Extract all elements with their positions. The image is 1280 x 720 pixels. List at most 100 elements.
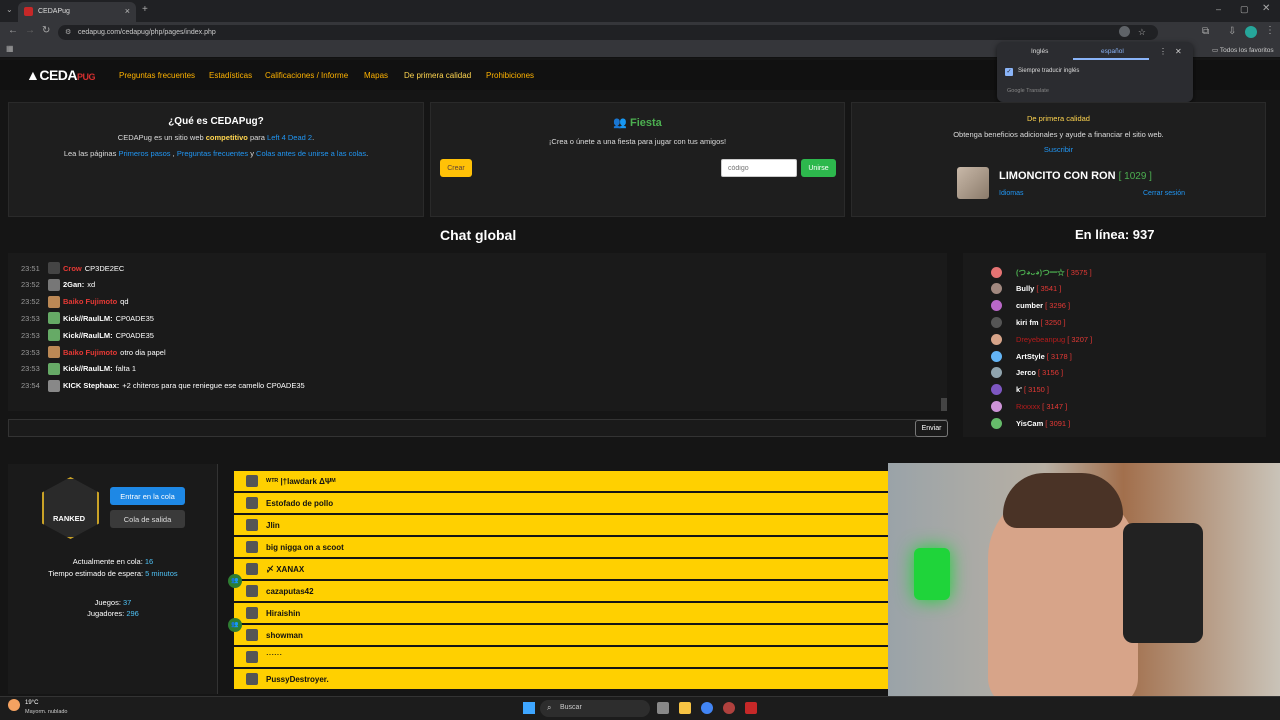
online-user-row[interactable]: k'[ 3150 ] <box>991 383 1049 397</box>
nav-premium[interactable]: De primera calidad <box>404 71 471 80</box>
chat-username[interactable]: Kick//RaulLM: <box>63 364 113 373</box>
chat-username[interactable]: KICK Stephaax: <box>63 381 119 390</box>
translate-menu-icon[interactable]: ⋮ <box>1159 47 1167 56</box>
always-translate-checkbox[interactable]: ✓ <box>1005 68 1013 76</box>
app-icon[interactable] <box>723 702 735 714</box>
chat-avatar[interactable] <box>48 295 60 308</box>
nav-ratings[interactable]: Calificaciones / Informe <box>265 71 348 80</box>
online-user-row[interactable]: kiri fm[ 3250 ] <box>991 315 1066 329</box>
translate-to-tab[interactable]: español <box>1101 48 1124 55</box>
leave-queue-button[interactable]: Cola de salida <box>110 510 185 528</box>
chat-avatar[interactable] <box>48 379 60 392</box>
chat-scrollbar[interactable] <box>941 398 947 411</box>
chat-username[interactable]: Baiko Fujimoto <box>63 297 117 306</box>
languages-link[interactable]: Idiomas <box>999 190 1024 197</box>
online-user-row[interactable]: YisCam[ 3091 ] <box>991 416 1070 430</box>
maximize-icon[interactable]: ▢ <box>1240 4 1249 15</box>
back-icon[interactable]: ← <box>8 25 18 36</box>
queue-player-row[interactable]: 〆 XANAX <box>234 559 888 579</box>
chat-avatar[interactable] <box>48 362 60 375</box>
queue-player-name[interactable]: Jlin <box>266 521 280 530</box>
queue-player-name[interactable]: cazaputas42 <box>266 587 314 596</box>
chrome-icon[interactable] <box>701 702 713 714</box>
l4d2-link[interactable]: Left 4 Dead 2 <box>267 133 312 142</box>
queue-player-name[interactable]: ˙˙˙˙˙˙ <box>266 653 282 662</box>
first-steps-link[interactable]: Primeros pasos <box>118 149 170 158</box>
online-username[interactable]: kiri fm <box>1016 318 1039 327</box>
queue-player-row[interactable]: cazaputas42 <box>234 581 888 601</box>
online-user-row[interactable]: ArtStyle[ 3178 ] <box>991 349 1072 363</box>
queue-player-row[interactable]: big nigga on a scoot <box>234 537 888 557</box>
queue-player-row[interactable]: ᵂᵀᴿ |†lawdark ΔΨᴹ <box>234 471 888 491</box>
chat-username[interactable]: Crow <box>63 264 82 273</box>
translate-from-tab[interactable]: Inglés <box>1031 48 1048 55</box>
chat-avatar[interactable] <box>48 262 60 274</box>
online-user-row[interactable]: cumber[ 3296 ] <box>991 299 1070 313</box>
chat-avatar[interactable] <box>48 329 60 342</box>
online-username[interactable]: Jerco <box>1016 368 1036 377</box>
task-view-icon[interactable] <box>657 702 669 714</box>
reload-icon[interactable]: ↻ <box>42 25 50 36</box>
bookmark-star-icon[interactable]: ☆ <box>1138 27 1146 38</box>
subscribe-link[interactable]: Suscribir <box>852 145 1265 154</box>
queue-player-row[interactable]: ˙˙˙˙˙˙ <box>234 647 888 667</box>
online-username[interactable]: cumber <box>1016 301 1043 310</box>
faq-link[interactable]: Preguntas frecuentes <box>177 149 248 158</box>
nav-bans[interactable]: Prohibiciones <box>486 71 534 80</box>
logout-link[interactable]: Cerrar sesión <box>1143 190 1185 197</box>
extensions-icon[interactable]: ⧉ <box>1202 26 1209 37</box>
queue-player-row[interactable]: PussyDestroyer. <box>234 669 888 689</box>
online-username[interactable]: Rxxxxx <box>1016 402 1040 411</box>
profile-username[interactable]: LIMONCITO CON RON <box>999 170 1116 182</box>
apps-grid-icon[interactable]: ▦ <box>6 44 14 53</box>
queue-player-name[interactable]: ᵂᵀᴿ |†lawdark ΔΨᴹ <box>266 477 336 486</box>
online-username[interactable]: Bully <box>1016 284 1034 293</box>
chat-avatar[interactable] <box>48 278 60 291</box>
tab-list-icon[interactable]: ⌄ <box>6 5 13 14</box>
close-window-icon[interactable]: ✕ <box>1262 3 1270 14</box>
profile-avatar[interactable] <box>1245 26 1257 38</box>
queue-player-row[interactable]: Hiraishin <box>234 603 888 623</box>
online-user-row[interactable]: (つ◕ᴗ◕)つ━☆[ 3575 ] <box>991 265 1092 279</box>
weather-icon[interactable] <box>8 699 20 711</box>
online-username[interactable]: k' <box>1016 385 1022 394</box>
online-user-row[interactable]: Bully[ 3541 ] <box>991 282 1061 296</box>
close-tab-icon[interactable]: × <box>125 6 130 16</box>
cedapug-logo[interactable]: ▲CEDAPUG <box>26 67 96 83</box>
nav-maps[interactable]: Mapas <box>364 71 388 80</box>
nav-faq[interactable]: Preguntas frecuentes <box>119 71 195 80</box>
queue-player-row[interactable]: Jlin <box>234 515 888 535</box>
windows-start-icon[interactable] <box>523 702 535 714</box>
downloads-icon[interactable]: ⇩ <box>1228 26 1236 37</box>
party-code-input[interactable] <box>721 159 797 177</box>
join-queue-button[interactable]: Entrar en la cola <box>110 487 185 505</box>
l4d2-icon[interactable] <box>745 702 757 714</box>
forward-icon[interactable]: → <box>25 25 35 36</box>
queue-player-name[interactable]: Hiraishin <box>266 609 300 618</box>
taskbar-search[interactable]: ⌕ Buscar <box>540 700 650 717</box>
online-username[interactable]: (つ◕ᴗ◕)つ━☆ <box>1016 267 1065 278</box>
queue-player-row[interactable]: Estofado de pollo <box>234 493 888 513</box>
chat-messages[interactable]: 23:51 Crow CP3DE2EC 23:52 2Gan: xd 23:52 Baiko … <box>8 253 947 411</box>
online-user-row[interactable]: Jerco[ 3156 ] <box>991 366 1063 380</box>
join-party-button[interactable]: Unirse <box>801 159 836 177</box>
site-info-icon[interactable]: ⚙ <box>65 28 71 36</box>
queue-player-name[interactable]: Estofado de pollo <box>266 499 333 508</box>
all-bookmarks[interactable]: ▭ Todos los favoritos <box>1212 46 1274 54</box>
menu-dots-icon[interactable]: ⋮ <box>1265 25 1275 36</box>
queue-rules-link[interactable]: Colas antes de unirse a las colas <box>256 149 366 158</box>
url-input[interactable]: ⚙ cedapug.com/cedapug/php/pages/index.ph… <box>58 25 1158 40</box>
create-party-button[interactable]: Crear <box>440 159 472 177</box>
online-username[interactable]: Dreyebeanpug <box>1016 335 1065 344</box>
chat-username[interactable]: Kick//RaulLM: <box>63 331 113 340</box>
online-user-row[interactable]: Dreyebeanpug[ 3207 ] <box>991 332 1092 346</box>
queue-player-name[interactable]: big nigga on a scoot <box>266 543 344 552</box>
queue-player-name[interactable]: PussyDestroyer. <box>266 675 329 684</box>
user-avatar[interactable] <box>957 167 989 199</box>
nav-stats[interactable]: Estadísticas <box>209 71 252 80</box>
file-explorer-icon[interactable] <box>679 702 691 714</box>
chat-username[interactable]: Kick//RaulLM: <box>63 314 113 323</box>
translate-icon[interactable] <box>1119 26 1130 37</box>
chat-avatar[interactable] <box>48 346 60 358</box>
minimize-icon[interactable]: – <box>1216 4 1221 14</box>
